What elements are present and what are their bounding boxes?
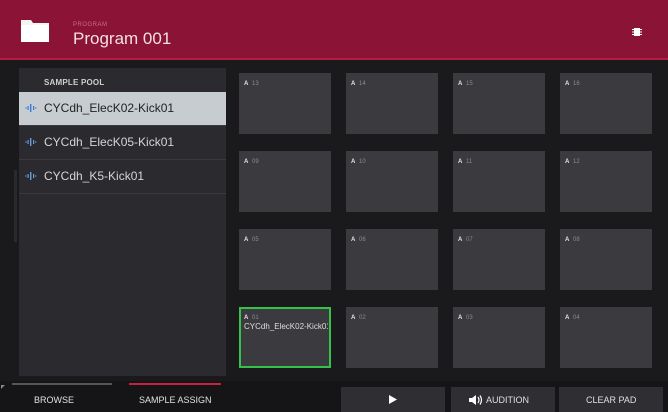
clear-pad-button[interactable]: CLEAR PAD [559, 387, 663, 412]
sample-pool-item-label: CYCdh_ElecK02-Kick01 [44, 101, 175, 115]
pad-number-label: 07 [466, 237, 473, 243]
program-title[interactable]: Program 001 [73, 29, 171, 49]
pad-a09[interactable]: A 09 [239, 151, 331, 212]
tab-sample-assign[interactable]: SAMPLE ASSIGN [129, 381, 221, 412]
pad-number-label: 05 [252, 237, 259, 243]
pad-number-label: 03 [466, 315, 473, 321]
pad-a01[interactable]: A 01 CYCdh_ElecK02-Kick01 [239, 307, 331, 368]
sample-pool-item[interactable]: CYCdh_ElecK02-Kick01 [19, 92, 226, 126]
sample-pool-item[interactable]: CYCdh_ElecK05-Kick01 [19, 126, 226, 160]
pad-a08[interactable]: A 08 [560, 229, 652, 290]
pad-number-label: 15 [466, 81, 473, 87]
pad-bank-label: A [565, 315, 570, 321]
pad-bank-label: A [458, 237, 463, 243]
pad-a11[interactable]: A 11 [453, 151, 545, 212]
sample-pool-item-label: CYCdh_K5-Kick01 [44, 169, 145, 183]
tab-browse[interactable]: BROWSE [12, 381, 112, 412]
sample-pool-item[interactable]: CYCdh_K5-Kick01 [19, 160, 226, 194]
pad-number-label: 09 [252, 159, 259, 165]
pad-bank-label: A [458, 81, 463, 87]
folder-icon[interactable] [20, 17, 50, 43]
scroll-indicator [14, 170, 17, 242]
pad-a14[interactable]: A 14 [346, 73, 438, 134]
pad-bank-label: A [351, 81, 356, 87]
pad-a03[interactable]: A 03 [453, 307, 545, 368]
clear-pad-label: CLEAR PAD [586, 395, 637, 405]
waveform-icon [25, 104, 37, 112]
audition-button[interactable]: AUDITION [451, 387, 555, 412]
sample-pool-panel: SAMPLE POOL CYCdh_ElecK02-Kick01 CYCdh_El… [19, 68, 226, 376]
sample-pool-title: SAMPLE POOL [44, 78, 105, 87]
pad-bank-label: A [351, 237, 356, 243]
sample-pool-item-label: CYCdh_ElecK05-Kick01 [44, 135, 175, 149]
pad-number-label: 16 [573, 81, 580, 87]
pad-number-label: 06 [359, 237, 366, 243]
pad-bank-label: A [244, 159, 249, 165]
pad-bank-label: A [244, 237, 249, 243]
header-small-label: PROGRAM [73, 22, 108, 28]
pad-a05[interactable]: A 05 [239, 229, 331, 290]
pad-number-label: 01 [252, 315, 259, 321]
pad-a02[interactable]: A 02 [346, 307, 438, 368]
play-button[interactable] [341, 387, 445, 412]
pad-bank-label: A [565, 81, 570, 87]
pad-number-label: 10 [359, 159, 366, 165]
pad-number-label: 11 [466, 159, 473, 165]
chip-menu-icon[interactable] [630, 25, 644, 39]
pad-bank-label: A [244, 81, 249, 87]
play-icon [389, 395, 397, 404]
pad-bank-label: A [458, 159, 463, 165]
tab-indicator [12, 383, 112, 385]
pad-a15[interactable]: A 15 [453, 73, 545, 134]
pad-a04[interactable]: A 04 [560, 307, 652, 368]
pad-number-label: 12 [573, 159, 580, 165]
tab-indicator [129, 383, 221, 385]
pad-number-label: 13 [252, 81, 259, 87]
pad-sample-label: CYCdh_ElecK02-Kick01 [244, 322, 328, 331]
pad-number-label: 14 [359, 81, 366, 87]
pad-number-label: 02 [359, 315, 366, 321]
footer-bar: BROWSE SAMPLE ASSIGN AUDITION CLEAR PAD [0, 381, 668, 412]
speaker-icon [469, 395, 483, 405]
tab-browse-label: BROWSE [34, 395, 75, 405]
waveform-icon [25, 172, 37, 180]
pad-bank-label: A [351, 159, 356, 165]
corner-arrow-icon [1, 385, 5, 389]
pad-bank-label: A [351, 315, 356, 321]
pad-number-label: 08 [573, 237, 580, 243]
pad-bank-label: A [244, 315, 249, 321]
pad-a16[interactable]: A 16 [560, 73, 652, 134]
pad-a13[interactable]: A 13 [239, 73, 331, 134]
waveform-icon [25, 138, 37, 146]
pad-a10[interactable]: A 10 [346, 151, 438, 212]
pad-bank-label: A [565, 237, 570, 243]
tab-sample-assign-label: SAMPLE ASSIGN [139, 395, 212, 405]
pad-a06[interactable]: A 06 [346, 229, 438, 290]
pad-number-label: 04 [573, 315, 580, 321]
header-bar: PROGRAM Program 001 [0, 0, 668, 60]
audition-label: AUDITION [486, 395, 530, 405]
pad-a07[interactable]: A 07 [453, 229, 545, 290]
pad-bank-label: A [565, 159, 570, 165]
pad-a12[interactable]: A 12 [560, 151, 652, 212]
pad-bank-label: A [458, 315, 463, 321]
